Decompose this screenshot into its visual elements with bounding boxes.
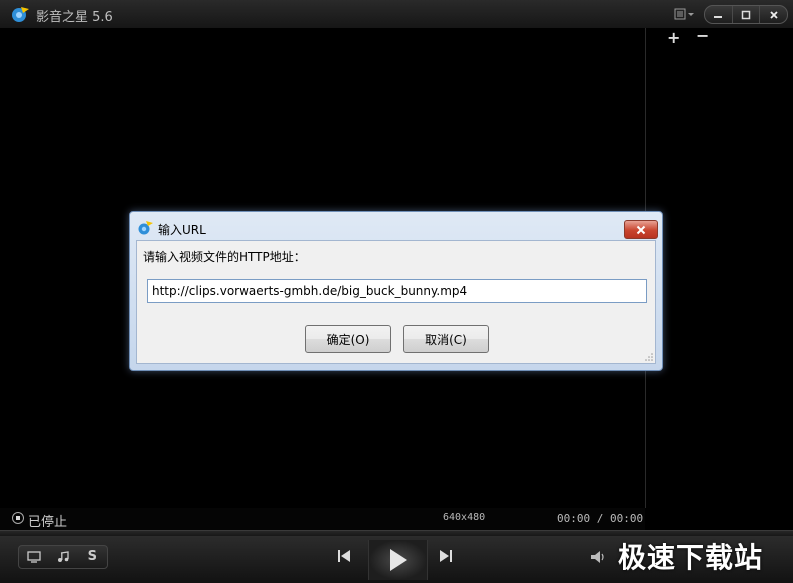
audio-mode-button[interactable] bbox=[48, 546, 77, 568]
close-icon bbox=[636, 225, 646, 234]
previous-icon[interactable] bbox=[336, 549, 352, 563]
video-mode-button[interactable] bbox=[19, 546, 48, 568]
app-title: 影音之星 5.6 bbox=[36, 10, 113, 25]
volume-icon[interactable] bbox=[590, 550, 608, 564]
minimize-icon bbox=[714, 15, 723, 18]
maximize-button[interactable] bbox=[733, 6, 761, 23]
cancel-button[interactable]: 取消(C) bbox=[403, 325, 489, 353]
dialog-body: 请输入视频文件的HTTP地址： 确定(O) 取消(C) bbox=[136, 240, 656, 364]
playback-time: 00:00 / 00:00 bbox=[557, 512, 644, 525]
input-url-dialog: 输入URL 请输入视频文件的HTTP地址： 确定(O) 取消(C) bbox=[129, 211, 663, 371]
url-prompt-label: 请输入视频文件的HTTP地址： bbox=[143, 250, 306, 264]
music-note-icon bbox=[57, 551, 69, 562]
ok-button[interactable]: 确定(O) bbox=[305, 325, 391, 353]
title-bar: 影音之星 5.6 bbox=[0, 0, 793, 29]
play-icon bbox=[390, 549, 407, 571]
view-mode-group: S bbox=[18, 545, 108, 569]
maximize-icon bbox=[741, 10, 751, 19]
resize-grip-icon[interactable] bbox=[645, 353, 653, 361]
dialog-title: 输入URL bbox=[158, 223, 206, 237]
play-button[interactable] bbox=[368, 540, 428, 580]
next-icon[interactable] bbox=[438, 549, 454, 563]
video-resolution: 640x480 bbox=[443, 512, 486, 523]
dialog-close-button[interactable] bbox=[624, 220, 658, 239]
control-bar: S 极速下载站 bbox=[0, 536, 793, 583]
watermark-text: 极速下载站 bbox=[618, 541, 764, 574]
screen-icon bbox=[27, 551, 41, 563]
menu-icon[interactable] bbox=[674, 7, 696, 21]
stop-state-icon bbox=[12, 512, 24, 524]
close-button[interactable] bbox=[760, 6, 787, 23]
minimize-button[interactable] bbox=[705, 6, 733, 23]
status-bar: 已停止 640x480 00:00 / 00:00 bbox=[0, 508, 645, 530]
playlist-remove-button[interactable]: − bbox=[696, 26, 709, 45]
url-input[interactable] bbox=[147, 279, 647, 303]
close-icon bbox=[770, 10, 778, 19]
playback-status: 已停止 bbox=[28, 515, 68, 530]
app-logo-icon bbox=[12, 7, 29, 22]
playlist-panel: + − bbox=[645, 26, 793, 508]
app-logo-icon bbox=[138, 221, 153, 235]
subtitle-button[interactable]: S bbox=[78, 546, 107, 568]
window-controls bbox=[704, 5, 788, 24]
playlist-add-button[interactable]: + bbox=[667, 28, 680, 47]
